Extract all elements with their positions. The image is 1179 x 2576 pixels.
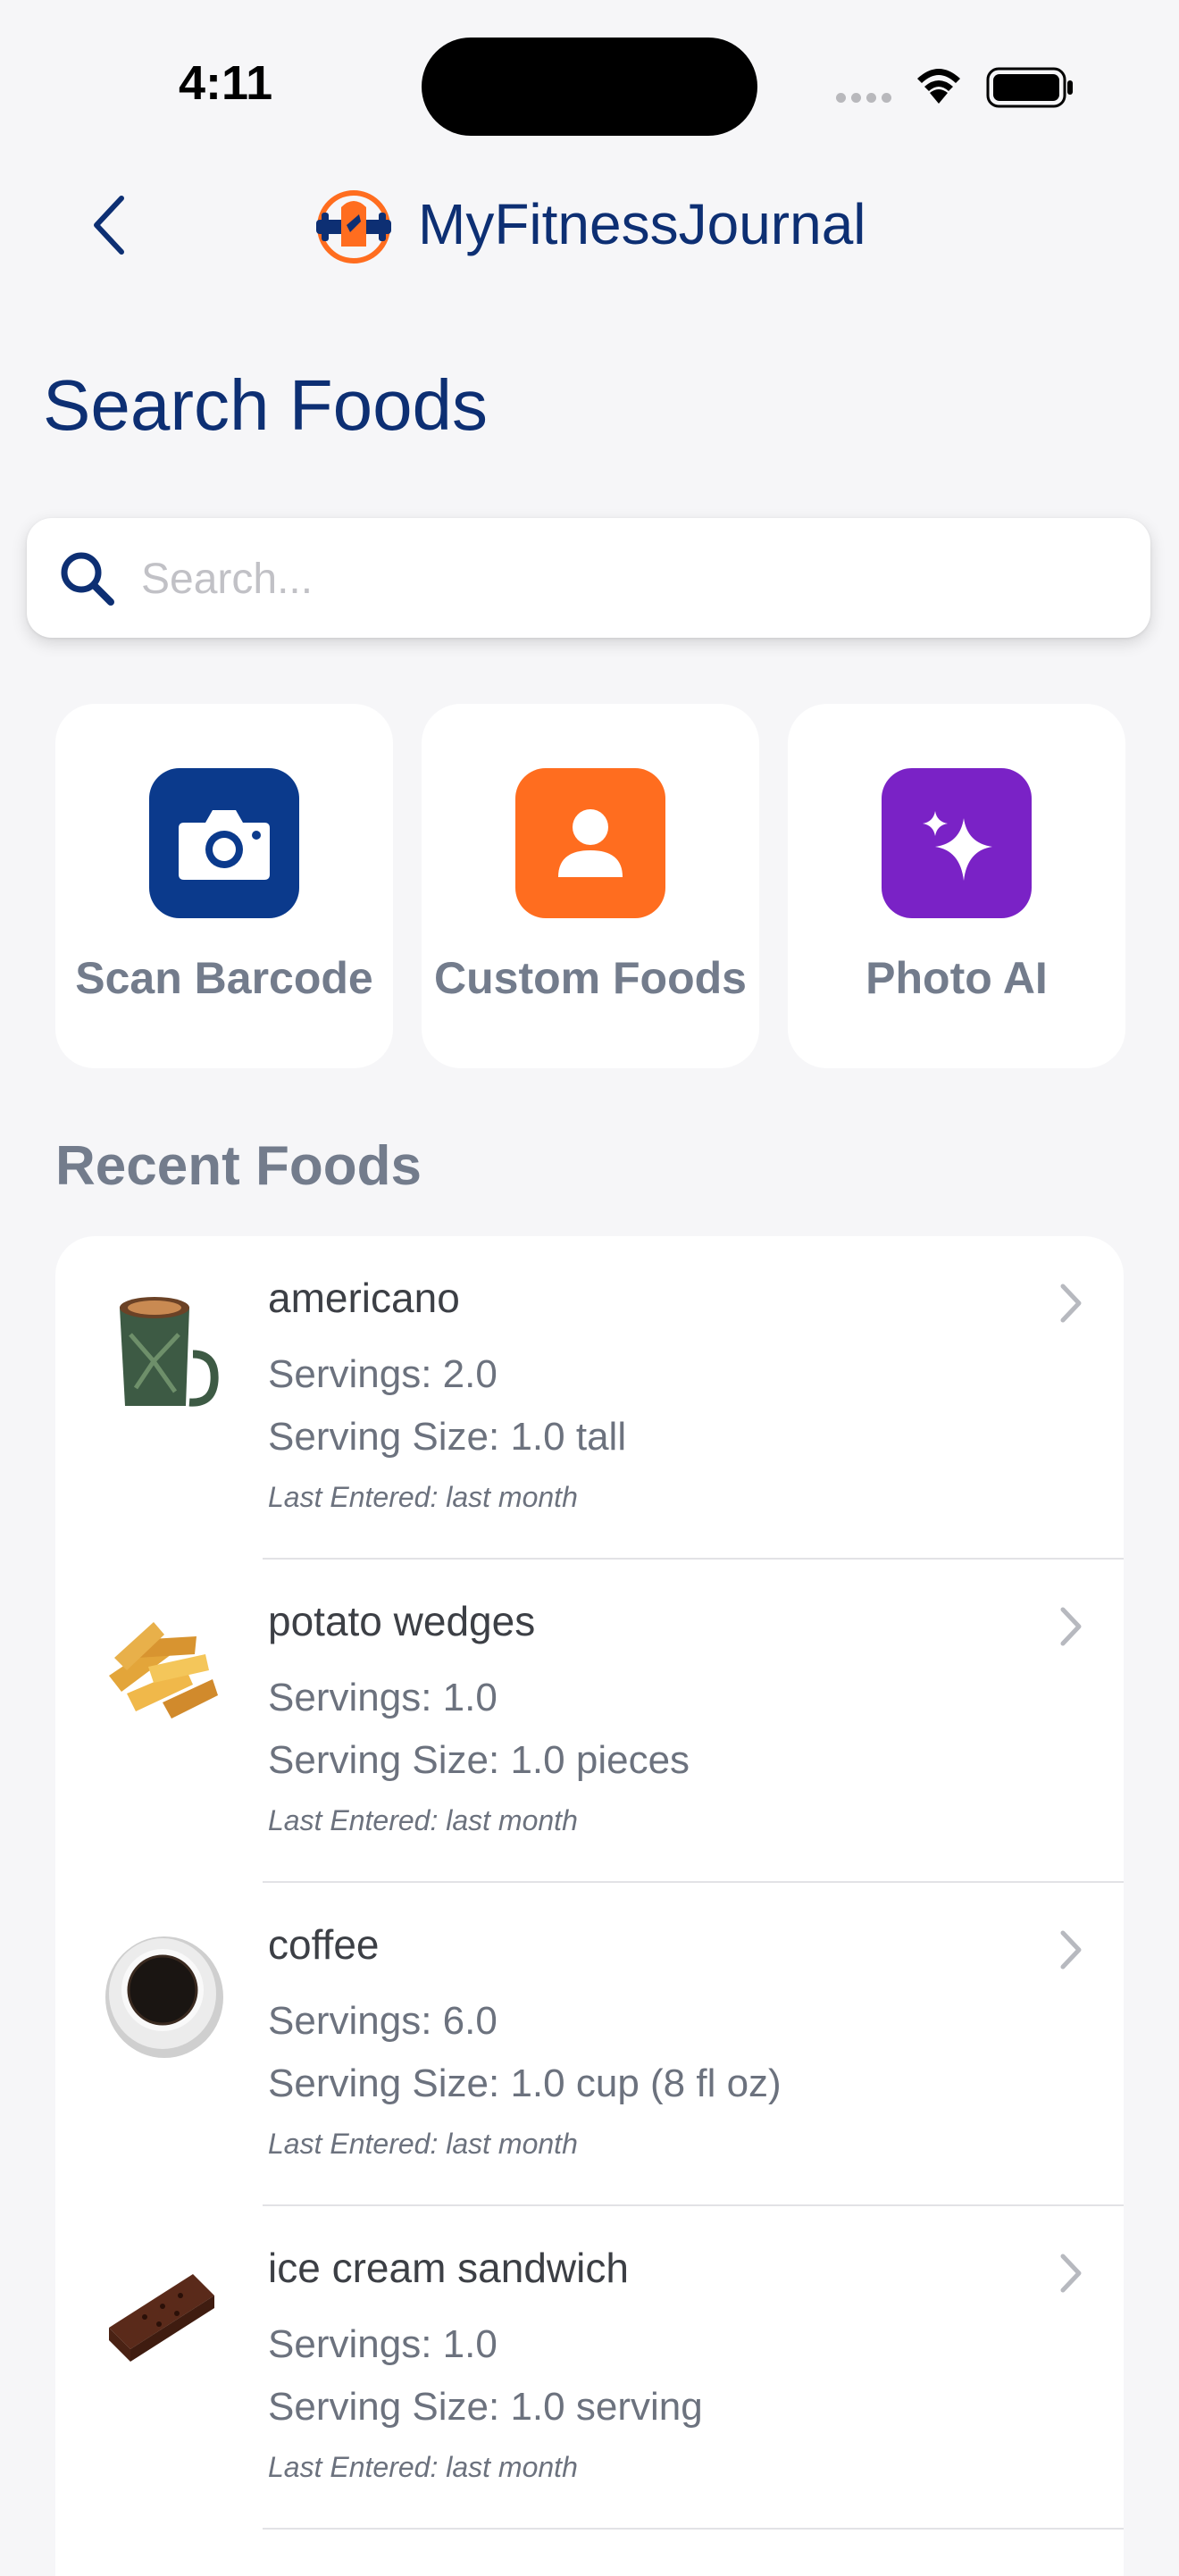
chevron-right-icon xyxy=(1060,1284,1082,1323)
recent-foods-list: americano Servings: 2.0 Serving Size: 1.… xyxy=(55,1236,1124,2576)
food-servings: Servings: 6.0 xyxy=(268,1999,498,2043)
search-bar[interactable] xyxy=(27,518,1150,638)
food-name: ice cream sandwich xyxy=(268,2245,629,2291)
status-time: 4:11 xyxy=(179,56,273,110)
ice-cream-sandwich-image xyxy=(109,2274,214,2362)
food-name: americano xyxy=(268,1275,460,1321)
food-last-entered: Last Entered: last month xyxy=(268,1804,578,1836)
food-name: coffee xyxy=(268,1921,380,1968)
food-serving-size: Serving Size: 1.0 pieces xyxy=(268,1738,690,1782)
food-last-entered: Last Entered: last month xyxy=(268,2128,578,2160)
scan-barcode-button[interactable]: Scan Barcode xyxy=(55,704,393,1068)
custom-foods-label: Custom Foods xyxy=(434,953,747,1003)
battery-icon xyxy=(986,67,1073,108)
food-name: potato wedges xyxy=(268,1598,536,1644)
photo-ai-label: Photo AI xyxy=(865,953,1048,1003)
wifi-icon xyxy=(917,69,960,104)
list-item[interactable]: ice cream sandwich Servings: 1.0 Serving… xyxy=(55,2206,1124,2530)
app-title: MyFitnessJournal xyxy=(418,192,866,256)
cellular-signal-icon xyxy=(836,93,891,103)
list-item[interactable]: coffee Servings: 6.0 Serving Size: 1.0 c… xyxy=(55,1883,1124,2206)
row-divider xyxy=(263,2528,1124,2530)
food-last-entered: Last Entered: last month xyxy=(268,1481,578,1513)
recent-foods-title: Recent Foods xyxy=(55,1135,422,1197)
food-serving-size: Serving Size: 1.0 tall xyxy=(268,1415,627,1459)
search-input[interactable] xyxy=(139,539,1125,618)
camera-icon xyxy=(149,768,299,918)
person-icon xyxy=(515,768,665,918)
app-logo-icon xyxy=(316,190,391,263)
page-title: Search Foods xyxy=(43,365,489,445)
potato-wedges-image xyxy=(109,1622,218,1719)
custom-foods-button[interactable]: Custom Foods xyxy=(422,704,759,1068)
search-icon xyxy=(61,552,114,606)
food-servings: Servings: 1.0 xyxy=(268,1676,498,1719)
food-serving-size: Serving Size: 1.0 cup (8 fl oz) xyxy=(268,2062,782,2105)
photo-ai-button[interactable]: Photo AI xyxy=(788,704,1125,1068)
americano-mug-image xyxy=(120,1297,219,1407)
chevron-right-icon xyxy=(1060,2254,1082,2293)
chevron-right-icon xyxy=(1060,1607,1082,1646)
food-servings: Servings: 2.0 xyxy=(268,1352,498,1396)
scan-barcode-label: Scan Barcode xyxy=(75,953,373,1003)
sparkles-icon xyxy=(882,768,1032,918)
food-servings: Servings: 1.0 xyxy=(268,2322,498,2366)
dynamic-island xyxy=(422,38,757,136)
food-last-entered: Last Entered: last month xyxy=(268,2451,578,2483)
list-item[interactable]: potato wedges Servings: 1.0 Serving Size… xyxy=(55,1560,1124,1883)
food-serving-size: Serving Size: 1.0 serving xyxy=(268,2385,703,2429)
list-item[interactable]: americano Servings: 2.0 Serving Size: 1.… xyxy=(55,1236,1124,1560)
chevron-right-icon xyxy=(1060,1930,1082,1970)
back-button[interactable] xyxy=(82,189,136,261)
coffee-cup-image xyxy=(105,1936,223,2058)
